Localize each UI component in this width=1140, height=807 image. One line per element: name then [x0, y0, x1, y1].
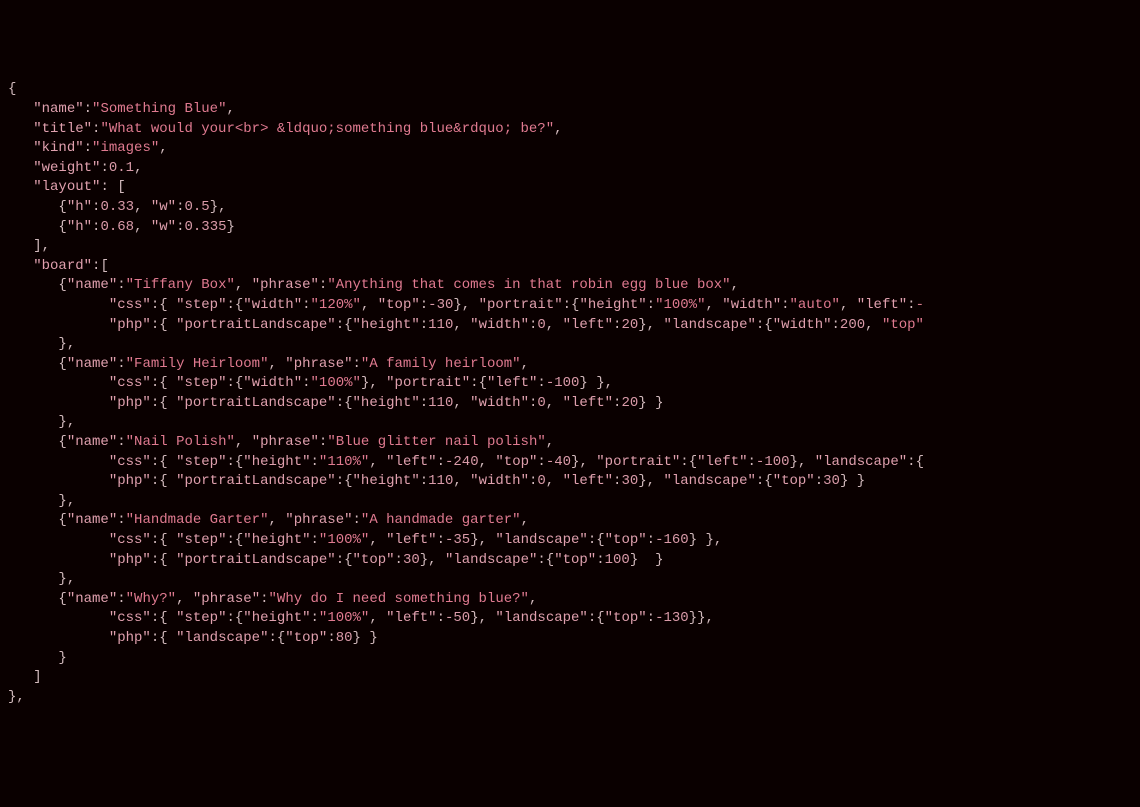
code-line: }, — [8, 688, 1132, 708]
code-line: "php":{ "portraitLandscape":{"height":11… — [8, 316, 1132, 336]
code-line: "css":{ "step":{"width":"120%", "top":-3… — [8, 296, 1132, 316]
code-line: ] — [8, 668, 1132, 688]
code-line: "php":{ "portraitLandscape":{"top":30}, … — [8, 551, 1132, 571]
code-line: "weight":0.1, — [8, 159, 1132, 179]
code-line: "php":{ "portraitLandscape":{"height":11… — [8, 394, 1132, 414]
code-line: {"h":0.68, "w":0.335} — [8, 218, 1132, 238]
code-line: }, — [8, 335, 1132, 355]
code-line: "kind":"images", — [8, 139, 1132, 159]
code-line: {"name":"Handmade Garter", "phrase":"A h… — [8, 511, 1132, 531]
code-line: {"name":"Nail Polish", "phrase":"Blue gl… — [8, 433, 1132, 453]
code-line: {"name":"Family Heirloom", "phrase":"A f… — [8, 355, 1132, 375]
code-line: { — [8, 80, 1132, 100]
code-line: {"name":"Tiffany Box", "phrase":"Anythin… — [8, 276, 1132, 296]
code-line: "layout": [ — [8, 178, 1132, 198]
code-line: }, — [8, 413, 1132, 433]
code-line: "php":{ "portraitLandscape":{"height":11… — [8, 472, 1132, 492]
code-line: }, — [8, 492, 1132, 512]
code-line: }, — [8, 570, 1132, 590]
json-code-block: { "name":"Something Blue", "title":"What… — [8, 80, 1132, 707]
code-line: "css":{ "step":{"width":"100%"}, "portra… — [8, 374, 1132, 394]
code-line: "css":{ "step":{"height":"110%", "left":… — [8, 453, 1132, 473]
code-line: "php":{ "landscape":{"top":80} } — [8, 629, 1132, 649]
code-line: "css":{ "step":{"height":"100%", "left":… — [8, 531, 1132, 551]
code-line: "css":{ "step":{"height":"100%", "left":… — [8, 609, 1132, 629]
code-line: ], — [8, 237, 1132, 257]
code-line: "name":"Something Blue", — [8, 100, 1132, 120]
code-line: } — [8, 649, 1132, 669]
code-line: "board":[ — [8, 257, 1132, 277]
code-line: {"h":0.33, "w":0.5}, — [8, 198, 1132, 218]
code-line: "title":"What would your<br> &ldquo;some… — [8, 120, 1132, 140]
